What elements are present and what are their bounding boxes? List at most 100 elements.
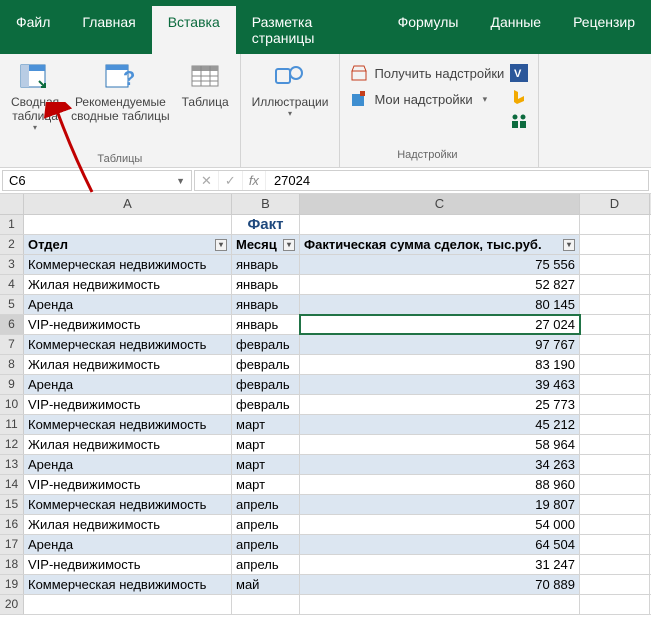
row-header[interactable]: 13 [0,455,24,474]
row-header[interactable]: 4 [0,275,24,294]
row-header[interactable]: 10 [0,395,24,414]
row-header[interactable]: 15 [0,495,24,514]
cell-sum[interactable]: 83 190 [300,355,580,374]
cell-otdel[interactable]: Аренда [24,535,232,554]
cell-otdel[interactable]: Жилая недвижимость [24,275,232,294]
cell-sum[interactable]: 54 000 [300,515,580,534]
people-graph-icon[interactable] [510,112,528,130]
row-header[interactable]: 14 [0,475,24,494]
cell-sum[interactable]: 34 263 [300,455,580,474]
filter-icon[interactable] [563,239,575,251]
ribbon-tab-главная[interactable]: Главная [66,6,151,54]
row-header[interactable]: 1 [0,215,24,234]
cell-otdel[interactable]: Коммерческая недвижимость [24,495,232,514]
cell-month[interactable]: февраль [232,335,300,354]
visio-icon[interactable]: V [510,64,528,82]
cell-otdel[interactable]: Коммерческая недвижимость [24,575,232,594]
cell-otdel[interactable]: VIP-недвижимость [24,395,232,414]
my-addins-button[interactable]: Мои надстройки ▾ [350,86,504,112]
row-header[interactable]: 20 [0,595,24,614]
ribbon-tab-вставка[interactable]: Вставка [152,6,236,54]
cell-month[interactable]: апрель [232,495,300,514]
cell-month[interactable]: май [232,575,300,594]
cell-month[interactable]: февраль [232,395,300,414]
cell-otdel[interactable]: Коммерческая недвижимость [24,255,232,274]
cell-otdel[interactable]: Аренда [24,455,232,474]
cell-otdel[interactable]: Жилая недвижимость [24,355,232,374]
ribbon-tab-рецензир[interactable]: Рецензир [557,6,651,54]
row-header[interactable]: 2 [0,235,24,254]
cell-sum[interactable]: 45 212 [300,415,580,434]
col-header-A[interactable]: A [24,194,232,214]
row-header[interactable]: 11 [0,415,24,434]
pivot-table-button[interactable]: Сводная таблица ▾ [6,58,64,135]
ribbon-tab-данные[interactable]: Данные [474,6,557,54]
get-addins-button[interactable]: Получить надстройки [350,60,504,86]
formula-input[interactable]: 27024 [266,173,648,188]
cell-sum[interactable]: 31 247 [300,555,580,574]
bing-icon[interactable] [510,88,528,106]
row-header[interactable]: 7 [0,335,24,354]
cell-month[interactable]: март [232,415,300,434]
cell-sum[interactable]: 19 807 [300,495,580,514]
row-header[interactable]: 5 [0,295,24,314]
cell-sum[interactable]: 58 964 [300,435,580,454]
cell-month[interactable]: апрель [232,515,300,534]
cell-month[interactable]: апрель [232,555,300,574]
cell-sum[interactable]: 80 145 [300,295,580,314]
row-header[interactable]: 16 [0,515,24,534]
table-button[interactable]: Таблица [177,58,234,112]
cell-month[interactable]: январь [232,295,300,314]
cell-otdel[interactable]: Коммерческая недвижимость [24,335,232,354]
fx-icon[interactable]: fx [243,171,266,190]
cell-month[interactable]: январь [232,255,300,274]
row-header[interactable]: 18 [0,555,24,574]
illustrations-button[interactable]: Иллюстрации ▾ [247,58,334,121]
ribbon-tab-формулы[interactable]: Формулы [382,6,475,54]
cell-otdel[interactable]: VIP-недвижимость [24,475,232,494]
row-header[interactable]: 3 [0,255,24,274]
cell-sum[interactable]: 39 463 [300,375,580,394]
header-month[interactable]: Месяц [232,235,300,254]
cell-month[interactable]: январь [232,275,300,294]
filter-icon[interactable] [215,239,227,251]
row-header[interactable]: 8 [0,355,24,374]
cell-sum[interactable]: 64 504 [300,535,580,554]
cell-otdel[interactable]: Аренда [24,375,232,394]
cell-otdel[interactable]: Жилая недвижимость [24,515,232,534]
cell-sum[interactable]: 52 827 [300,275,580,294]
cancel-formula-button[interactable]: ✕ [195,171,219,190]
cell-month[interactable]: март [232,475,300,494]
accept-formula-button[interactable]: ✓ [219,171,243,190]
cell-sum[interactable]: 70 889 [300,575,580,594]
col-header-D[interactable]: D [580,194,650,214]
recommended-pivot-button[interactable]: ? Рекомендуемые сводные таблицы [66,58,174,126]
cell-sum[interactable]: 75 556 [300,255,580,274]
select-all-corner[interactable] [0,194,24,214]
header-otdel[interactable]: Отдел [24,235,232,254]
cell-otdel[interactable]: VIP-недвижимость [24,555,232,574]
ribbon-tab-файл[interactable]: Файл [0,6,66,54]
row-header[interactable]: 12 [0,435,24,454]
name-box[interactable]: C6 ▼ [2,170,192,191]
table-title[interactable]: Факт [232,215,300,234]
ribbon-tab-разметка страницы[interactable]: Разметка страницы [236,6,382,54]
row-header[interactable]: 19 [0,575,24,594]
cell-sum[interactable]: 97 767 [300,335,580,354]
row-header[interactable]: 17 [0,535,24,554]
cell-otdel[interactable]: VIP-недвижимость [24,315,232,334]
cell-month[interactable]: март [232,435,300,454]
row-header[interactable]: 9 [0,375,24,394]
col-header-B[interactable]: B [232,194,300,214]
cell-month[interactable]: февраль [232,355,300,374]
cell-sum[interactable]: 27 024 [300,315,580,334]
cell-otdel[interactable]: Коммерческая недвижимость [24,415,232,434]
cell-otdel[interactable]: Аренда [24,295,232,314]
cell-sum[interactable]: 88 960 [300,475,580,494]
cell-month[interactable]: январь [232,315,300,334]
cell-month[interactable]: март [232,455,300,474]
header-sum[interactable]: Фактическая сумма сделок, тыс.руб. [300,235,580,254]
cell-sum[interactable]: 25 773 [300,395,580,414]
col-header-C[interactable]: C [300,194,580,214]
filter-icon[interactable] [283,239,295,251]
